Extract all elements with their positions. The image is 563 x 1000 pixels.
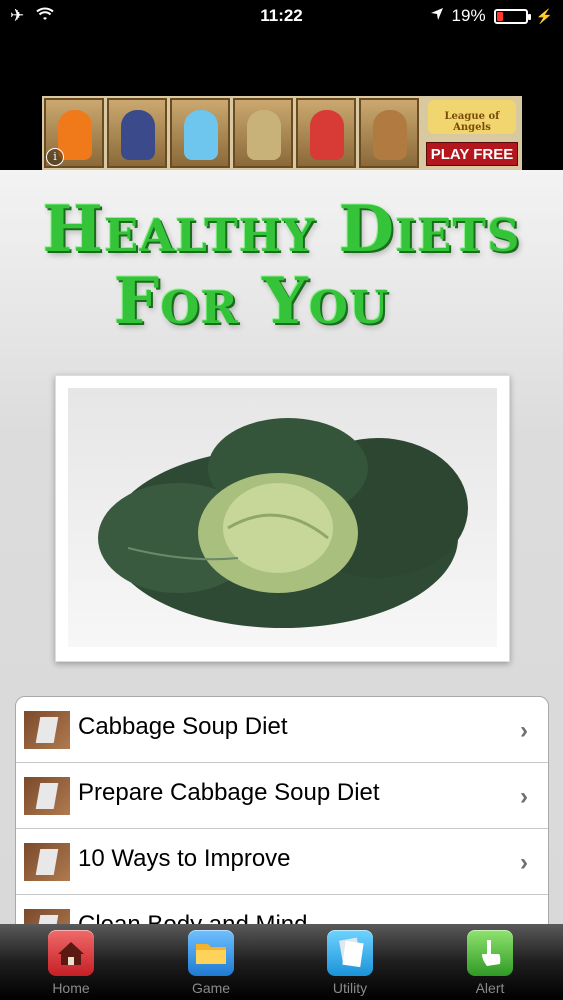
play-free-button[interactable]: PLAY FREE	[426, 142, 518, 166]
list-item[interactable]: Cabbage Soup Diet ›	[16, 697, 548, 763]
location-arrow-icon	[430, 6, 444, 26]
chevron-right-icon: ›	[520, 783, 528, 810]
tab-utility[interactable]: Utility	[310, 930, 390, 998]
battery-icon	[493, 8, 531, 24]
tab-game-label: Game	[191, 980, 231, 996]
list-item[interactable]: Clean Body and Mind ›	[16, 895, 548, 924]
home-icon	[48, 930, 94, 976]
list-item-label: Cabbage Soup Diet	[78, 713, 288, 740]
documents-icon	[327, 930, 373, 976]
tab-utility-label: Utility	[332, 980, 368, 996]
hand-icon	[467, 930, 513, 976]
document-thumb-icon	[24, 777, 70, 815]
list-item[interactable]: 10 Ways to Improve ›	[16, 829, 548, 895]
ad-hero-red	[296, 98, 356, 168]
info-icon[interactable]: i	[46, 148, 64, 166]
main-content: Healthy Diets For You Cabbage Soup Diet …	[0, 170, 563, 924]
ad-logo: League of Angels PLAY FREE	[424, 98, 520, 168]
cabbage-image	[68, 388, 497, 647]
tab-bar: Home Game Utility Alert	[0, 924, 563, 1000]
list-item-label: 10 Ways to Improve	[78, 845, 291, 872]
tab-alert[interactable]: Alert	[450, 930, 530, 998]
battery-percent: 19%	[451, 6, 486, 25]
list-item-label: Clean Body and Mind	[78, 911, 307, 924]
chevron-right-icon: ›	[520, 849, 528, 876]
app-title-line1: Healthy Diets	[42, 192, 521, 267]
tab-game[interactable]: Game	[171, 930, 251, 998]
tab-alert-label: Alert	[475, 980, 505, 996]
chevron-right-icon: ›	[520, 717, 528, 744]
app-title-line2: For You	[113, 264, 390, 339]
ad-brand-logo: League of Angels	[428, 100, 516, 134]
ad-hero-monk	[359, 98, 419, 168]
folder-icon	[188, 930, 234, 976]
ad-hero-ice	[170, 98, 230, 168]
diet-menu-list: Cabbage Soup Diet › Prepare Cabbage Soup…	[15, 696, 549, 924]
tab-home[interactable]: Home	[31, 930, 111, 998]
ad-banner[interactable]: League of Angels PLAY FREE i	[42, 96, 522, 170]
tab-home-label: Home	[52, 980, 90, 996]
list-item-label: Prepare Cabbage Soup Diet	[78, 779, 380, 806]
chevron-right-icon: ›	[520, 915, 528, 924]
header-photo-frame	[55, 375, 510, 662]
ad-hero-knight	[107, 98, 167, 168]
ad-hero-warrior	[233, 98, 293, 168]
list-item[interactable]: Prepare Cabbage Soup Diet ›	[16, 763, 548, 829]
status-bar: ✈ 11:22 19% ⚡	[0, 0, 563, 34]
document-thumb-icon	[24, 711, 70, 749]
document-thumb-icon	[24, 843, 70, 881]
document-thumb-icon	[24, 909, 70, 924]
charging-icon: ⚡	[535, 7, 553, 24]
